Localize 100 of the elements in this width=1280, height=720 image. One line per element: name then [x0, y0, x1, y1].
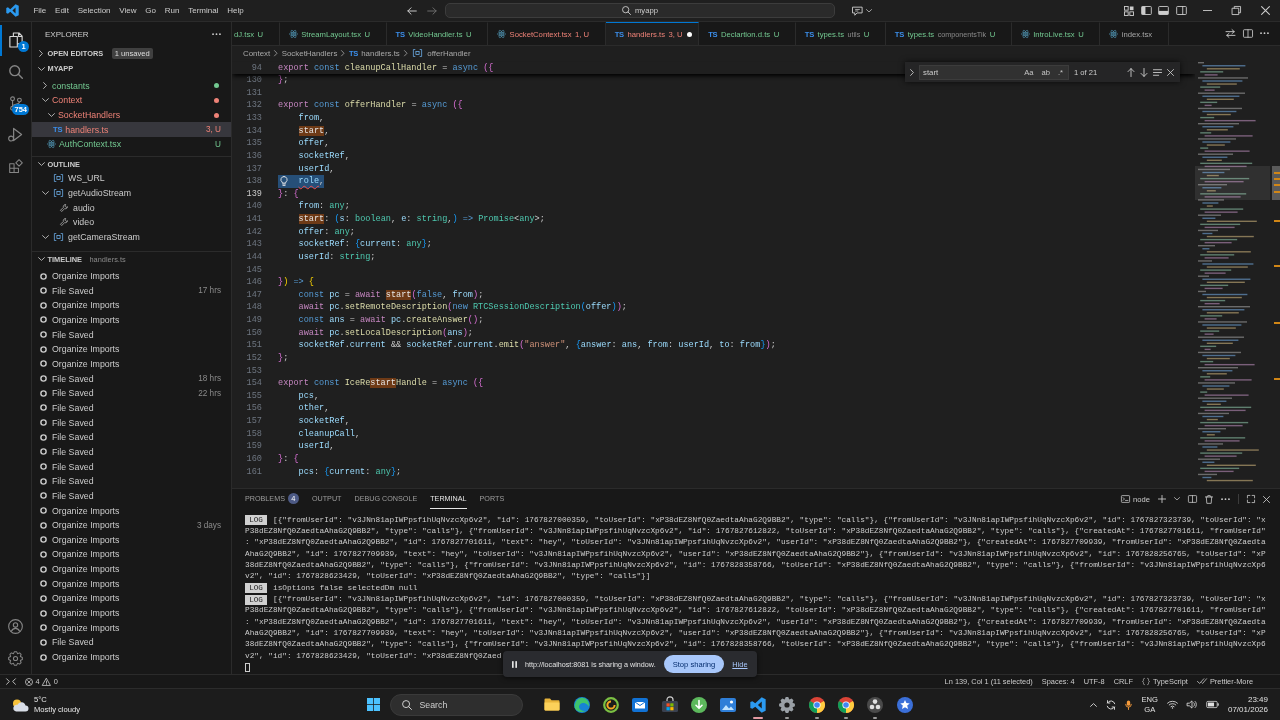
clock-time[interactable]: 23:49: [1247, 695, 1268, 705]
caret-down-icon[interactable]: [1174, 497, 1180, 501]
wheel-icon[interactable]: [808, 696, 825, 713]
timeline-item[interactable]: Organize Imports: [32, 561, 231, 577]
menu-item[interactable]: Run: [160, 6, 184, 15]
person-icon[interactable]: [8, 619, 23, 635]
cloud-sun-icon[interactable]: [11, 697, 29, 712]
timeline-item[interactable]: Organize Imports: [32, 298, 231, 313]
timeline-item[interactable]: File Saved: [32, 400, 231, 416]
timeline-item[interactable]: File Saved: [32, 635, 231, 650]
menu-item[interactable]: File: [29, 6, 51, 15]
gear-icon[interactable]: [779, 696, 796, 713]
timeline-item[interactable]: File Saved: [32, 429, 231, 445]
circle-dots-icon[interactable]: [867, 696, 884, 713]
timeline-item[interactable]: File Saved: [32, 459, 231, 474]
picture-icon[interactable]: [720, 697, 737, 712]
arrow-right-icon[interactable]: [427, 6, 437, 15]
expand-icon[interactable]: [1247, 495, 1255, 503]
timeline-item[interactable]: Organize Imports: [32, 605, 231, 621]
timeline-item[interactable]: Organize Imports: [32, 576, 231, 592]
arrow-down-icon[interactable]: [1140, 67, 1148, 77]
timeline-item[interactable]: Organize Imports: [32, 532, 231, 548]
timeline-item[interactable]: Organize Imports: [32, 341, 231, 357]
angle-brackets-icon[interactable]: [6, 678, 16, 685]
timeline-item[interactable]: Organize Imports: [32, 591, 231, 606]
menu-item[interactable]: Edit: [50, 6, 74, 15]
timeline-item[interactable]: File Saved: [32, 327, 231, 342]
timeline-item[interactable]: File Saved: [32, 444, 231, 460]
timeline-item[interactable]: Organize Imports: [32, 547, 231, 562]
restore-icon[interactable]: [1232, 6, 1241, 15]
search-button[interactable]: Search: [390, 693, 524, 716]
timeline-item[interactable]: File Saved: [32, 473, 231, 489]
timeline-item[interactable]: Organize Imports: [32, 312, 231, 328]
mic-icon[interactable]: [1125, 699, 1133, 710]
folder-item[interactable]: constants: [32, 78, 231, 94]
menu-item[interactable]: Terminal: [183, 6, 223, 15]
chat-bubble-icon[interactable]: [852, 5, 863, 16]
folder-item[interactable]: Context: [32, 93, 231, 108]
timeline-item[interactable]: File Saved 17 hrs: [32, 283, 231, 298]
layout-icon[interactable]: [1124, 5, 1134, 16]
envelope-icon[interactable]: [632, 697, 649, 712]
ribbon-icon[interactable]: [749, 696, 766, 713]
close-icon[interactable]: [1167, 68, 1174, 76]
trash-icon[interactable]: [1205, 494, 1213, 504]
menu-item[interactable]: Selection: [73, 6, 115, 15]
split-icon[interactable]: [1243, 29, 1253, 38]
explorer-entry[interactable]: AuthContext.tsx U: [32, 137, 231, 152]
battery-icon[interactable]: [1205, 701, 1219, 708]
lines-icon[interactable]: [1153, 68, 1162, 76]
arrow-up-icon[interactable]: [1127, 67, 1135, 77]
close-icon[interactable]: [1263, 495, 1270, 503]
timeline-item[interactable]: File Saved: [32, 488, 231, 504]
menu-item[interactable]: View: [114, 6, 141, 15]
arrow-down-circle-icon[interactable]: [691, 696, 708, 713]
ellipsis-icon[interactable]: [1260, 32, 1269, 35]
menu-item[interactable]: Help: [222, 6, 249, 15]
timeline-item[interactable]: File Saved 22 hrs: [32, 385, 231, 401]
caret-up-icon[interactable]: [1090, 702, 1098, 707]
chevron-right-icon[interactable]: [910, 68, 914, 76]
lightbulb-icon[interactable]: [280, 176, 288, 187]
timeline-item[interactable]: Organize Imports: [32, 356, 231, 372]
caret-down-icon[interactable]: [866, 8, 872, 13]
timeline-item[interactable]: Organize Imports: [32, 503, 231, 518]
wheel-icon[interactable]: [838, 696, 855, 713]
wifi-icon[interactable]: [1166, 700, 1178, 709]
timeline-item[interactable]: File Saved 18 hrs: [32, 371, 231, 386]
ellipsis-icon[interactable]: [212, 32, 221, 36]
error-icon[interactable]: [25, 677, 33, 686]
timeline-item[interactable]: Organize Imports 3 days: [32, 517, 231, 533]
bottom-panel-icon[interactable]: [1158, 6, 1169, 15]
outline-item[interactable]: audio: [32, 200, 231, 215]
menu-item[interactable]: Go: [140, 6, 161, 15]
left-panel-icon[interactable]: [1140, 6, 1152, 15]
wave-icon[interactable]: [573, 696, 590, 713]
arrow-left-icon[interactable]: [407, 6, 417, 15]
bag-icon[interactable]: [661, 697, 678, 712]
outline-item[interactable]: getCameraStream: [32, 229, 231, 245]
ribbon-icon[interactable]: [6, 4, 19, 17]
timeline-item[interactable]: Organize Imports: [32, 649, 231, 665]
swap-arrows-icon[interactable]: [1225, 29, 1236, 38]
right-panel-icon[interactable]: [1175, 6, 1187, 15]
outline-item[interactable]: getAudioStream: [32, 185, 231, 201]
swirl-icon[interactable]: [602, 696, 619, 713]
split-icon[interactable]: [1188, 495, 1197, 503]
timeline-item[interactable]: Organize Imports: [32, 620, 231, 636]
tiles-icon[interactable]: [366, 698, 380, 711]
timeline-item[interactable]: Organize Imports: [32, 268, 231, 284]
folder-item[interactable]: SocketHandlers: [32, 107, 231, 123]
gear-icon[interactable]: [8, 650, 23, 666]
timeline-item[interactable]: File Saved: [32, 415, 231, 430]
sync-icon[interactable]: [1106, 699, 1117, 710]
clock-date[interactable]: 07/01/2026: [1227, 704, 1268, 714]
warning-icon[interactable]: [42, 677, 52, 686]
plus-icon[interactable]: [1158, 495, 1166, 503]
ellipsis-icon[interactable]: [1221, 497, 1230, 501]
outline-item[interactable]: WS_URL: [32, 171, 231, 186]
speaker-icon[interactable]: [1186, 700, 1197, 709]
close-icon[interactable]: [1261, 6, 1270, 15]
outline-item[interactable]: video: [32, 214, 231, 230]
folder-icon[interactable]: [544, 698, 561, 711]
